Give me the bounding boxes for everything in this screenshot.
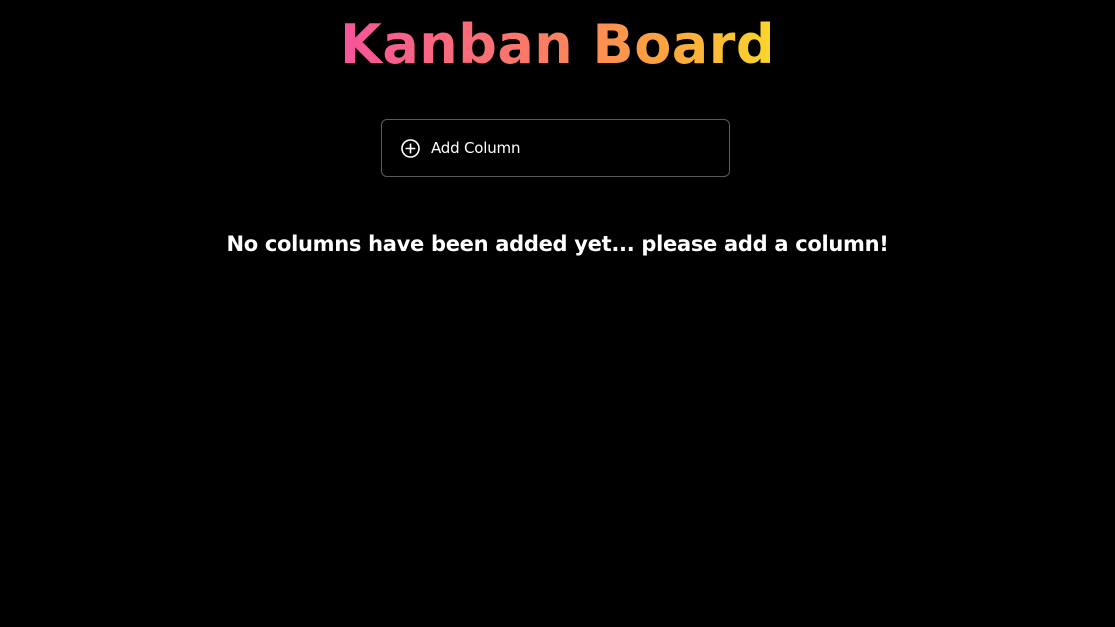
kanban-page: Kanban Board Add Column No columns have … xyxy=(0,0,1115,627)
page-title-text: Kanban Board xyxy=(339,13,776,76)
plus-circle-icon xyxy=(400,138,421,159)
page-title: Kanban Board xyxy=(0,10,1115,80)
add-column-label: Add Column xyxy=(431,139,521,157)
empty-board-message: No columns have been added yet... please… xyxy=(226,232,889,256)
add-column-button[interactable]: Add Column xyxy=(381,119,730,177)
